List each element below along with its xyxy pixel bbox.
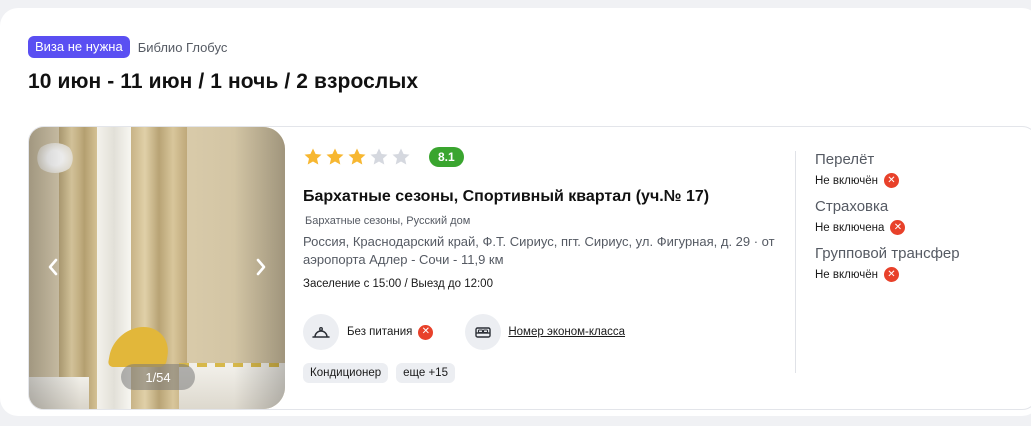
room-type-link[interactable]: Номер эконом-класса	[508, 326, 625, 338]
star-empty-icon	[370, 148, 388, 165]
amenity-tags: Кондиционер еще +15	[303, 363, 455, 383]
review-score-badge: 8.1	[429, 147, 464, 167]
gallery-prev-button[interactable]	[43, 255, 63, 279]
tour-card: Виза не нужна Библио Глобус 10 июн - 11 …	[0, 8, 1031, 416]
meal-icon	[303, 314, 339, 350]
service-status: Не включён	[815, 268, 878, 281]
amenities-row: Без питания ✕ Номер эконом-класса	[303, 314, 625, 350]
hotel-address: Россия, Краснодарский край, Ф.Т. Сириус,…	[303, 234, 775, 267]
service-status: Не включена	[815, 221, 885, 234]
hotel-photo-gallery[interactable]: 1/54	[29, 127, 285, 409]
service-status: Не включён	[815, 174, 878, 187]
star-filled-icon	[326, 148, 344, 165]
service-title: Групповой трансфер	[815, 245, 960, 262]
room-type[interactable]: Номер эконом-класса	[465, 314, 625, 350]
tour-dates-title: 10 июн - 11 июн / 1 ночь / 2 взрослых	[28, 70, 419, 93]
gallery-next-button[interactable]	[251, 255, 271, 279]
not-included-icon: ✕	[884, 173, 899, 188]
star-empty-icon	[392, 148, 410, 165]
service-title: Страховка	[815, 198, 889, 215]
hotel-alt-name: Бархатные сезоны, Русский дом	[305, 215, 471, 227]
tag-air-conditioner: Кондиционер	[303, 363, 389, 383]
star-filled-icon	[348, 148, 366, 165]
not-included-icon: ✕	[418, 324, 434, 340]
included-services: Перелёт Не включён ✕ Страховка Не включен…	[815, 151, 1031, 292]
tour-header-row: Виза не нужна Библио Глобус	[28, 36, 227, 58]
checkin-checkout-times: Заселение с 15:00 / Выезд до 12:00	[303, 278, 493, 290]
hotel-name[interactable]: Бархатные сезоны, Спортивный квартал (уч…	[303, 185, 733, 233]
meal-label: Без питания	[347, 326, 413, 338]
star-rating	[303, 147, 411, 167]
service-flight: Перелёт Не включён ✕	[815, 151, 1031, 188]
hotel-name-text[interactable]: Бархатные сезоны, Спортивный квартал (уч…	[303, 188, 709, 205]
not-included-icon: ✕	[884, 267, 899, 282]
chevron-right-icon	[256, 258, 266, 276]
divider	[795, 151, 796, 373]
photo-counter: 1/54	[121, 364, 195, 390]
star-filled-icon	[304, 148, 322, 165]
tour-operator: Библио Глобус	[137, 39, 228, 55]
rating-row: 8.1	[303, 147, 464, 167]
tag-more-button[interactable]: еще +15	[396, 363, 455, 383]
chevron-left-icon	[48, 258, 58, 276]
bed-icon	[465, 314, 502, 350]
service-title: Перелёт	[815, 151, 875, 168]
service-insurance: Страховка Не включена ✕	[815, 198, 1031, 235]
not-included-icon: ✕	[890, 220, 906, 235]
hotel-info: 8.1 Бархатные сезоны, Спортивный квартал…	[303, 127, 803, 409]
visa-badge: Виза не нужна	[28, 36, 130, 58]
hotel-card[interactable]: 1/54 8.1 Бархатные сезоны, Спортивный кв…	[28, 126, 1031, 410]
service-transfer: Групповой трансфер Не включён ✕	[815, 245, 1031, 282]
